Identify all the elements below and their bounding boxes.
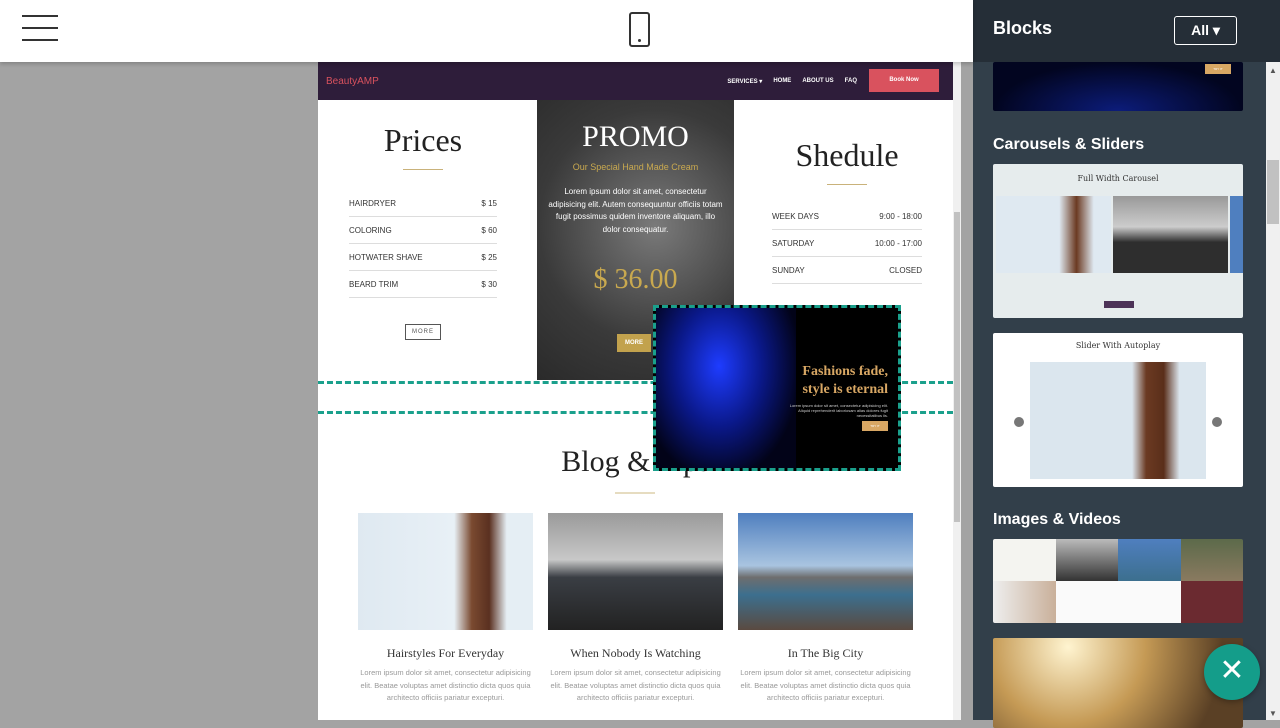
section-images-videos: Images & Videos	[993, 511, 1121, 528]
schedule-row: SUNDAY CLOSED	[772, 257, 922, 284]
nav-about[interactable]: ABOUT US	[802, 78, 833, 85]
nav-home[interactable]: HOME	[773, 78, 791, 85]
blog-card[interactable]: When Nobody Is Watching Lorem ipsum dolo…	[548, 513, 723, 705]
block-thumb-gallery[interactable]	[993, 539, 1243, 623]
blocks-sidebar: Blocks All ▾ TRY IT Carousels & Sliders …	[973, 0, 1280, 728]
blog-card-text: Lorem ipsum dolor sit amet, consectetur …	[550, 668, 721, 702]
preview-scrollbar[interactable]	[953, 62, 961, 720]
price-row: BEARD TRIM $ 30	[349, 271, 497, 298]
promo-text: Lorem ipsum dolor sit amet, consectetur …	[548, 187, 723, 234]
promo-price: $ 36.00	[593, 264, 678, 295]
blog-image	[548, 513, 723, 630]
schedule-row: WEEK DAYS 9:00 - 18:00	[772, 203, 922, 230]
schedule-title: Shedule	[795, 137, 899, 173]
scroll-up-icon[interactable]: ▲	[1269, 66, 1277, 75]
promo-more-button[interactable]: MORE	[617, 334, 651, 352]
nav-services[interactable]: SERVICES ▾	[727, 78, 762, 85]
prices-title: Prices	[383, 122, 463, 158]
block-thumb-full-width-carousel[interactable]: Full Width Carousel	[993, 164, 1243, 318]
hamburger-icon[interactable]	[22, 15, 58, 43]
sidebar-title: Blocks	[993, 18, 1053, 38]
dragged-title-2: style is eternal	[802, 382, 888, 397]
schedule-row: SATURDAY 10:00 - 17:00	[772, 230, 922, 257]
scroll-down-icon[interactable]: ▼	[1269, 709, 1277, 718]
blog-card-text: Lorem ipsum dolor sit amet, consectetur …	[740, 668, 911, 702]
dragged-block-preview[interactable]: Fashions fade, style is eternal Lorem ips…	[653, 305, 901, 471]
editor-topbar	[0, 0, 973, 62]
blog-image	[738, 513, 913, 630]
blog-card-title[interactable]: In The Big City	[738, 646, 913, 661]
price-row: HOTWATER SHAVE $ 25	[349, 244, 497, 271]
site-brand[interactable]: BeautyAMP	[326, 76, 379, 87]
price-row: HAIRDRYER $ 15	[349, 190, 497, 217]
blog-card-text: Lorem ipsum dolor sit amet, consectetur …	[360, 668, 531, 702]
schedule-section: Shedule WEEK DAYS 9:00 - 18:00 SATURDAY 10…	[772, 137, 922, 284]
promo-subtitle: Our Special Hand Made Cream	[572, 162, 699, 172]
price-row: COLORING $ 60	[349, 217, 497, 244]
blog-card[interactable]: Hairstyles For Everyday Lorem ipsum dolo…	[358, 513, 533, 705]
blog-card[interactable]: In The Big City Lorem ipsum dolor sit am…	[738, 513, 913, 705]
block-thumb-slider-autoplay[interactable]: Slider With Autoplay	[993, 333, 1243, 487]
prices-section: Prices HAIRDRYER $ 15 COLORING $ 60 HOTWAT…	[349, 122, 497, 340]
book-now-button[interactable]: Book Now	[869, 69, 939, 92]
blog-image	[358, 513, 533, 630]
blog-card-title[interactable]: Hairstyles For Everyday	[358, 646, 533, 661]
dragged-button: TRY IT	[862, 421, 888, 431]
prices-more-button[interactable]: MORE	[405, 324, 441, 340]
close-icon[interactable]: ✕	[1204, 644, 1260, 700]
sidebar-scrollbar[interactable]: ▲ ▼	[1266, 62, 1280, 720]
section-carousels: Carousels & Sliders	[993, 136, 1145, 153]
mobile-phone-icon[interactable]	[629, 12, 650, 47]
nav-faq[interactable]: FAQ	[845, 78, 857, 85]
filter-dropdown[interactable]: All ▾	[1174, 16, 1237, 45]
block-thumb-fashion[interactable]: TRY IT	[993, 62, 1243, 111]
dragged-text: Lorem ipsum dolor sit amet, consectetur …	[789, 403, 888, 418]
dragged-title: Fashions fade,	[802, 364, 888, 379]
promo-title: PROMO	[582, 120, 689, 153]
blog-card-title[interactable]: When Nobody Is Watching	[548, 646, 723, 661]
site-navbar: BeautyAMP SERVICES ▾ HOME ABOUT US FAQ B…	[318, 62, 953, 100]
